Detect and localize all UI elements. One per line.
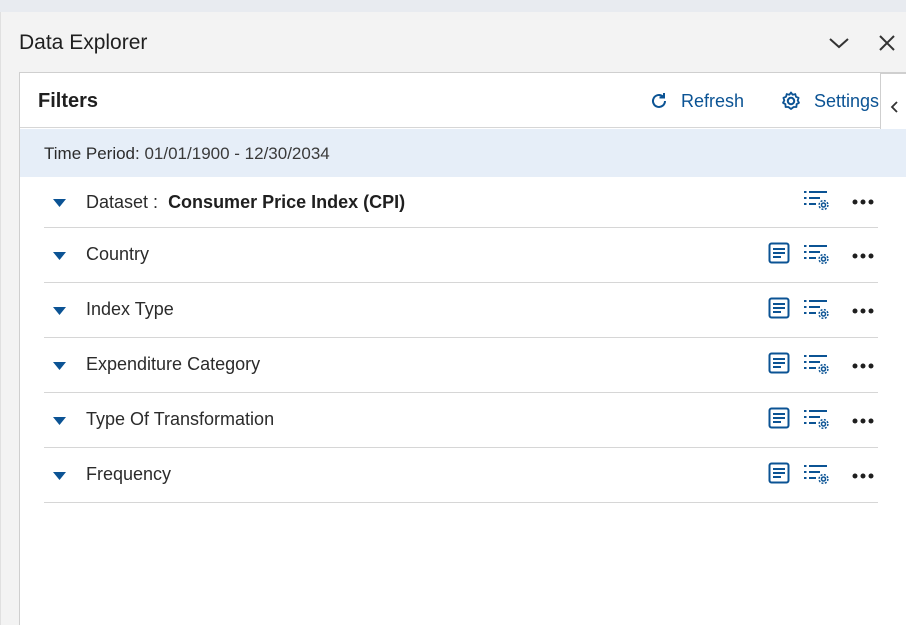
filter-row: Country — [44, 228, 878, 283]
chevron-left-icon — [890, 101, 898, 113]
data-explorer-panel: Data Explorer Filters Refresh Settings T… — [0, 12, 906, 625]
filter-details-button[interactable] — [766, 240, 792, 266]
dataset-prefix: Dataset : — [86, 192, 159, 212]
document-lines-icon — [768, 407, 790, 429]
filter-label: Frequency — [86, 464, 172, 484]
dataset-row: Dataset : Consumer Price Index (CPI) — [44, 177, 878, 228]
more-horizontal-icon — [852, 473, 874, 479]
filter-label: Type Of Transformation — [86, 409, 275, 429]
more-horizontal-icon — [852, 363, 874, 369]
expand-filter-button[interactable] — [52, 359, 66, 373]
refresh-label: Refresh — [681, 90, 745, 111]
filter-details-button[interactable] — [766, 405, 792, 431]
caret-down-icon — [52, 417, 66, 425]
caret-down-icon — [52, 199, 66, 207]
filter-label: Index Type — [86, 299, 174, 319]
list-settings-icon — [804, 355, 829, 375]
panel-title: Data Explorer — [19, 31, 148, 54]
expand-dataset-button[interactable] — [52, 196, 66, 210]
close-icon — [879, 35, 895, 51]
document-lines-icon — [768, 242, 790, 264]
expand-filter-button[interactable] — [52, 414, 66, 428]
filter-details-button[interactable] — [766, 350, 792, 376]
settings-button[interactable]: Settings — [780, 88, 879, 114]
dataset-value: Consumer Price Index (CPI) — [168, 192, 406, 212]
filters-toolbar: Filters Refresh Settings — [20, 73, 906, 128]
time-period-value: 01/01/1900 - 12/30/2034 — [144, 144, 330, 163]
filters-card: Filters Refresh Settings Time Period: 01… — [19, 72, 906, 625]
more-horizontal-icon — [852, 253, 874, 259]
time-period-label: Time Period: — [44, 144, 140, 163]
close-panel-button[interactable] — [874, 30, 900, 56]
filter-more-button[interactable] — [850, 353, 876, 379]
list-settings-icon — [804, 410, 829, 430]
filters-title: Filters — [38, 90, 99, 112]
filter-settings-button[interactable] — [804, 351, 830, 377]
dataset-filter-settings-button[interactable] — [804, 187, 830, 213]
document-lines-icon — [768, 297, 790, 319]
list-settings-icon — [804, 300, 829, 320]
filter-settings-button[interactable] — [804, 461, 830, 487]
expand-filter-button[interactable] — [52, 304, 66, 318]
expand-filter-button[interactable] — [52, 249, 66, 263]
time-period-row[interactable]: Time Period: 01/01/1900 - 12/30/2034 — [20, 129, 906, 177]
filter-more-button[interactable] — [850, 408, 876, 434]
filter-label: Expenditure Category — [86, 354, 261, 374]
refresh-button[interactable]: Refresh — [649, 88, 744, 114]
refresh-icon — [652, 93, 666, 108]
caret-down-icon — [52, 472, 66, 480]
filter-row: Expenditure Category — [44, 338, 878, 393]
time-period: Time Period: 01/01/1900 - 12/30/2034 — [44, 144, 330, 164]
document-lines-icon — [768, 462, 790, 484]
filter-more-button[interactable] — [850, 463, 876, 489]
list-settings-icon — [804, 465, 829, 485]
filter-settings-button[interactable] — [804, 241, 830, 267]
more-horizontal-icon — [852, 199, 874, 205]
filter-row: Frequency — [44, 448, 878, 503]
more-horizontal-icon — [852, 308, 874, 314]
collapse-panel-button[interactable] — [826, 30, 852, 56]
filter-details-button[interactable] — [766, 460, 792, 486]
dataset-label: Dataset : Consumer Price Index (CPI) — [86, 192, 405, 213]
dataset-more-button[interactable] — [850, 189, 876, 215]
panel-header: Data Explorer — [1, 12, 906, 72]
more-horizontal-icon — [852, 418, 874, 424]
caret-down-icon — [52, 362, 66, 370]
filter-settings-button[interactable] — [804, 296, 830, 322]
settings-label: Settings — [814, 90, 880, 111]
filter-more-button[interactable] — [850, 298, 876, 324]
app-window: Data Explorer Filters Refresh Settings T… — [0, 0, 906, 625]
list-settings-icon — [804, 191, 829, 211]
list-settings-icon — [804, 245, 829, 265]
gear-icon — [782, 91, 800, 110]
filter-row: Type Of Transformation — [44, 393, 878, 448]
document-lines-icon — [768, 352, 790, 374]
chevron-down-icon — [829, 38, 849, 49]
caret-down-icon — [52, 252, 66, 260]
filter-row: Index Type — [44, 283, 878, 338]
filter-settings-button[interactable] — [804, 406, 830, 432]
filter-more-button[interactable] — [850, 243, 876, 269]
caret-down-icon — [52, 307, 66, 315]
filter-details-button[interactable] — [766, 295, 792, 321]
filter-label: Country — [86, 244, 150, 264]
top-strip — [0, 0, 906, 12]
expand-filter-button[interactable] — [52, 469, 66, 483]
